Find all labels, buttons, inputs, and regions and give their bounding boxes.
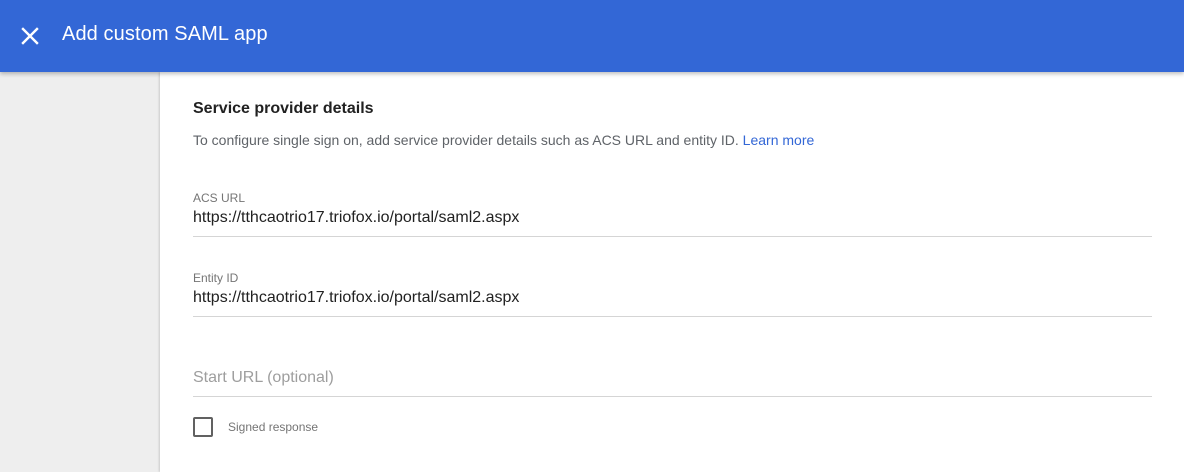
close-icon: [21, 27, 39, 45]
section-title: Service provider details: [193, 100, 374, 117]
learn-more-link[interactable]: Learn more: [743, 132, 815, 148]
acs-url-input[interactable]: [193, 206, 1152, 237]
acs-url-field: ACS URL: [193, 190, 1152, 237]
signed-response-checkbox[interactable]: [193, 417, 213, 437]
section-description-text: To configure single sign on, add service…: [193, 132, 739, 148]
app-header: Add custom SAML app: [0, 0, 1184, 72]
entity-id-field: Entity ID: [193, 270, 1152, 317]
signed-response-option[interactable]: Signed response: [193, 417, 318, 437]
start-url-field: [193, 366, 1152, 397]
start-url-input[interactable]: [193, 366, 1152, 397]
entity-id-label: Entity ID: [193, 271, 239, 285]
left-pane: [0, 72, 160, 472]
section-description: To configure single sign on, add service…: [193, 132, 814, 148]
entity-id-input[interactable]: [193, 286, 1152, 317]
signed-response-label: Signed response: [228, 420, 319, 434]
acs-url-label: ACS URL: [193, 191, 246, 205]
service-provider-card: Service provider details To configure si…: [160, 72, 1184, 472]
close-button[interactable]: [14, 20, 46, 52]
page-title: Add custom SAML app: [62, 23, 268, 45]
